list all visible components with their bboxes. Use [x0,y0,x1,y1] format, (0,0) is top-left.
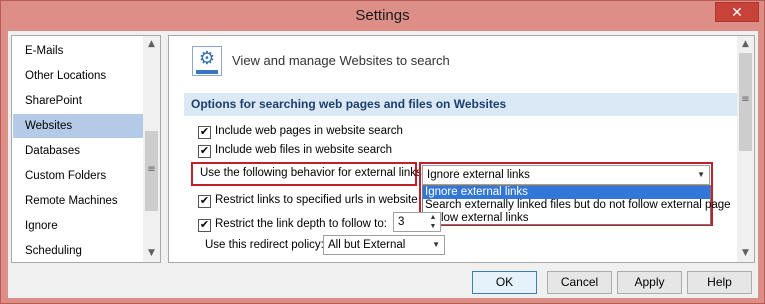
gear-icon-bar [196,70,218,74]
scroll-down-arrow-icon[interactable]: ▼ [143,245,160,262]
include-web-files-label: Include web files in website search [215,144,393,156]
dialog-client: E-Mails Other Locations SharePoint Websi… [8,31,758,298]
redirect-policy-label: Use this redirect policy: [205,239,324,251]
chevron-down-icon[interactable]: ▼ [697,166,705,184]
link-depth-value[interactable]: 3 [398,216,404,228]
category-list-scrollbar[interactable]: ▲ ≡ ▼ [143,36,160,262]
external-links-label: Use the following behavior for external … [200,167,426,179]
nav-item-remote-machines[interactable]: Remote Machines [13,189,143,213]
nav-item-scheduling[interactable]: Scheduling [13,239,143,263]
scrollbar-thumb[interactable]: ≡ [145,131,158,211]
option-ignore-external-links[interactable]: Ignore external links [423,186,710,199]
link-depth-label: Restrict the link depth to follow to: [215,218,387,230]
include-web-files-row[interactable]: ✔ Include web files in website search [198,144,498,160]
link-depth-checkbox[interactable]: ✔ [198,219,211,232]
grip-icon: ≡ [741,94,750,105]
category-list: E-Mails Other Locations SharePoint Websi… [11,35,161,263]
panel-scrollbar[interactable]: ▲ ≡ ▼ [737,36,754,262]
stepper-up-icon[interactable]: ▲ [426,213,440,222]
title-bar[interactable]: Settings ✕ [1,1,764,31]
include-web-pages-label: Include web pages in website search [215,125,403,137]
panel-title: View and manage Websites to search [232,53,450,68]
ok-button[interactable]: OK [472,271,537,294]
external-links-options-list: Ignore external links Search externally … [422,185,731,225]
include-web-files-checkbox[interactable]: ✔ [198,145,211,158]
window-title: Settings [355,7,410,24]
redirect-policy-select[interactable]: All but External ▼ [323,235,445,255]
grip-icon: ≡ [147,164,156,175]
nav-item-websites[interactable]: Websites [13,114,143,138]
scroll-up-arrow-icon[interactable]: ▲ [737,36,754,53]
restrict-urls-checkbox[interactable]: ✔ [198,195,211,208]
link-depth-row[interactable]: ✔ Restrict the link depth to follow to: [198,218,398,234]
nav-item-sharepoint[interactable]: SharePoint [13,89,143,113]
external-links-select[interactable]: Ignore external links ▼ [422,165,710,185]
apply-button[interactable]: Apply [617,271,682,294]
nav-item-ignore[interactable]: Ignore [13,214,143,238]
nav-item-other-locations[interactable]: Other Locations [13,64,143,88]
close-button[interactable]: ✕ [715,2,759,22]
help-button[interactable]: Help [687,271,752,294]
restrict-urls-label: Restrict links to specified urls in webs… [215,194,420,206]
restrict-urls-row[interactable]: ✔ Restrict links to specified urls in we… [198,194,420,210]
link-depth-stepper[interactable]: 3 ▲ ▼ [393,212,441,232]
external-links-selected-value: Ignore external links [427,169,530,181]
include-web-pages-checkbox[interactable]: ✔ [198,126,211,139]
nav-item-databases[interactable]: Databases [13,139,143,163]
websites-settings-panel: ⚙ View and manage Websites to search Opt… [168,35,755,263]
option-follow-external-links[interactable]: Follow external links [423,212,710,225]
redirect-policy-selected-value: All but External [328,239,406,251]
settings-gear-icon: ⚙ [192,46,222,76]
option-search-externally-linked-files[interactable]: Search externally linked files but do no… [423,199,731,212]
gear-icon: ⚙ [198,48,216,69]
settings-window: Settings ✕ E-Mails Other Locations Share… [0,0,765,304]
stepper-down-icon[interactable]: ▼ [426,222,440,231]
chevron-down-icon[interactable]: ▼ [432,236,440,254]
include-web-pages-row[interactable]: ✔ Include web pages in website search [198,125,498,141]
scroll-up-arrow-icon[interactable]: ▲ [143,36,160,53]
nav-item-custom-folders[interactable]: Custom Folders [13,164,143,188]
cancel-button[interactable]: Cancel [547,271,612,294]
scroll-down-arrow-icon[interactable]: ▼ [737,245,754,262]
section-header: Options for searching web pages and file… [184,93,739,116]
nav-item-emails[interactable]: E-Mails [13,39,143,63]
scrollbar-thumb[interactable]: ≡ [739,53,752,151]
